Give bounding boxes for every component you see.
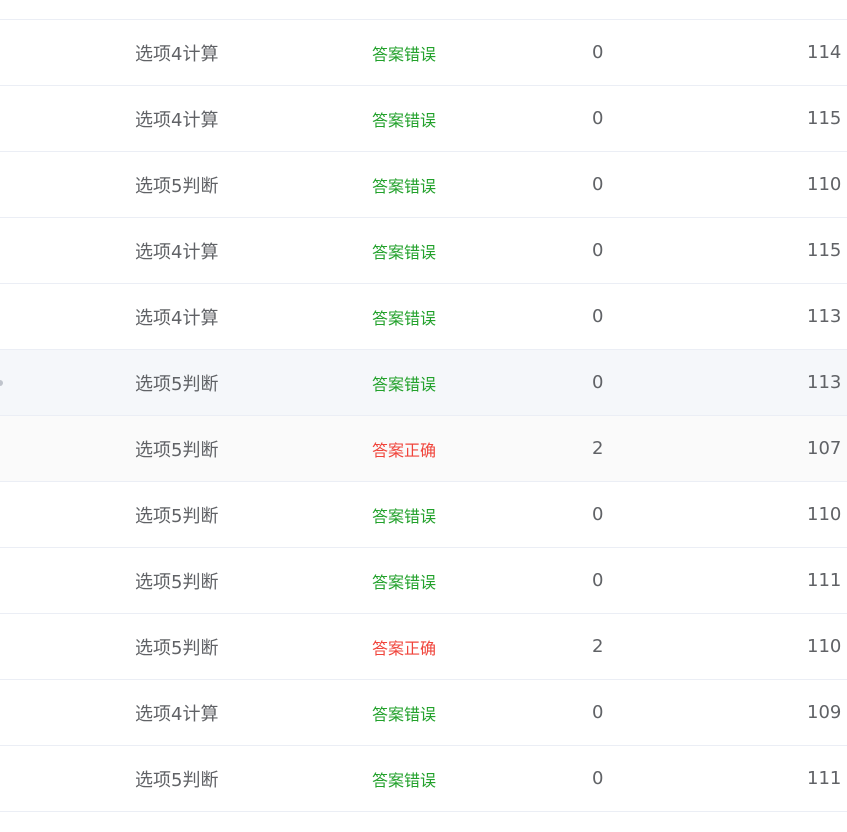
result-status-cell: 答案正确 [372,638,437,658]
table-row-hovered[interactable]: 选项5判断 答案错误 0 113 r [0,350,847,416]
question-type-cell: 选项5判断 [135,769,219,791]
time-cell: 107 r [807,438,847,459]
question-type-cell: 选项5判断 [135,637,219,659]
score-cell: 0 [592,306,604,327]
question-type-cell: 选项5判断 [135,505,219,527]
table-row[interactable]: 选项5判断 答案正确 2 107 r [0,416,847,482]
time-cell: 114 r [807,42,847,63]
time-cell: 111 r [807,768,847,789]
time-cell: 111 r [807,570,847,591]
question-type-cell: 选项4计算 [135,241,219,263]
question-type-cell: 选项4计算 [135,109,219,131]
score-cell: 2 [592,636,604,657]
question-type-cell: 选项4计算 [135,43,219,65]
time-cell: 110 r [807,504,847,525]
time-cell: 113 r [807,372,847,393]
time-cell: 109 r [807,702,847,723]
table-row[interactable]: 选项5判断 答案错误 0 111 r [0,746,847,812]
score-cell: 0 [592,174,604,195]
result-status-cell: 答案错误 [372,572,437,592]
result-status-cell: 答案错误 [372,770,437,790]
time-cell: 115 r [807,108,847,129]
table-row[interactable]: 选项5判断 答案错误 0 111 r [0,548,847,614]
result-status-cell: 答案正确 [372,440,437,460]
question-type-cell: 选项5判断 [135,373,219,395]
table-row[interactable]: 选项4计算 答案错误 0 115 r [0,218,847,284]
time-cell: 113 r [807,306,847,327]
result-status-cell: 答案错误 [372,506,437,526]
question-type-cell: 选项5判断 [135,571,219,593]
result-status-cell: 答案错误 [372,374,437,394]
result-status-cell: 答案错误 [372,44,437,64]
score-cell: 0 [592,372,604,393]
question-type-cell: 选项5判断 [135,175,219,197]
row-edge-marker [0,379,3,386]
time-cell: 110 r [807,174,847,195]
time-cell: 110 r [807,636,847,657]
result-status-cell: 答案错误 [372,242,437,262]
score-cell: 0 [592,702,604,723]
table-row[interactable]: 选项4计算 答案错误 0 114 r [0,20,847,86]
table-row[interactable]: 选项4计算 答案错误 0 109 r [0,680,847,746]
table-row[interactable]: 选项5判断 答案错误 0 110 r [0,482,847,548]
result-status-cell: 答案错误 [372,308,437,328]
score-cell: 0 [592,42,604,63]
score-cell: 2 [592,438,604,459]
table-top-edge [0,0,847,20]
question-type-cell: 选项4计算 [135,307,219,329]
table-row[interactable]: 选项5判断 答案错误 0 110 r [0,152,847,218]
table-row[interactable]: 选项4计算 答案错误 0 113 r [0,284,847,350]
question-type-cell: 选项5判断 [135,439,219,461]
table-row[interactable]: 选项4计算 答案错误 0 115 r [0,86,847,152]
score-cell: 0 [592,504,604,525]
score-cell: 0 [592,768,604,789]
result-status-cell: 答案错误 [372,176,437,196]
time-cell: 115 r [807,240,847,261]
table-row[interactable]: 选项5判断 答案正确 2 110 r [0,614,847,680]
score-cell: 0 [592,108,604,129]
result-status-cell: 答案错误 [372,704,437,724]
question-type-cell: 选项4计算 [135,703,219,725]
submission-table: 选项4计算 答案错误 0 114 r 选项4计算 答案错误 0 115 r 选项… [0,0,847,832]
score-cell: 0 [592,570,604,591]
score-cell: 0 [592,240,604,261]
result-status-cell: 答案错误 [372,110,437,130]
